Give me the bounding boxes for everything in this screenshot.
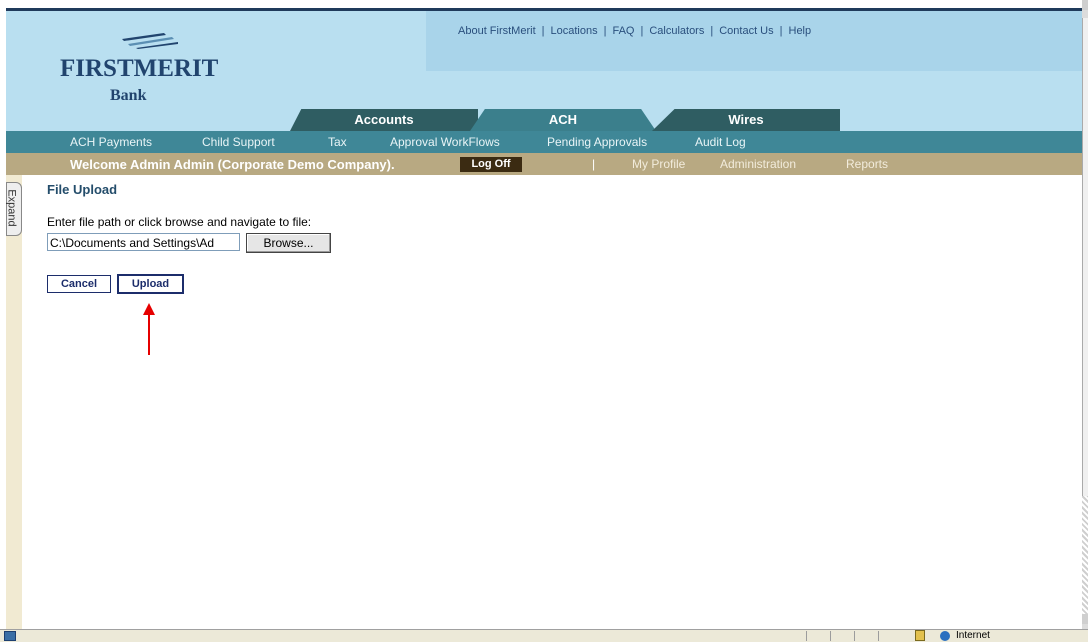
subnav-pending-approvals[interactable]: Pending Approvals (547, 135, 647, 149)
red-arrow-annotation (143, 303, 155, 355)
util-separator: | (779, 25, 783, 37)
security-zone-label: Internet (956, 630, 990, 641)
page-icon (4, 631, 16, 641)
tab-accounts[interactable]: Accounts (290, 109, 478, 131)
link-locations[interactable]: Locations (551, 25, 598, 37)
scroll-track[interactable] (1082, 496, 1088, 616)
window-top-border (0, 0, 1088, 11)
logo-wordmark: FIRSTMERIT (60, 55, 219, 82)
subnav-approval-workflows[interactable]: Approval WorkFlows (390, 135, 500, 149)
welcome-separator: | (592, 157, 596, 171)
status-pane (806, 631, 827, 641)
util-separator: | (603, 25, 607, 37)
status-pane (830, 631, 851, 641)
tab-wires[interactable]: Wires (652, 109, 840, 131)
header-right-panel (426, 11, 1082, 71)
left-sidebar-strip (6, 175, 22, 629)
scroll-down-arrow-icon[interactable] (1082, 614, 1088, 624)
page-title: File Upload (47, 182, 118, 197)
upload-instruction: Enter file path or click browse and navi… (47, 215, 312, 229)
globe-icon (940, 631, 950, 641)
sub-navigation: ACH Payments Child Support Tax Approval … (6, 131, 1082, 153)
expand-sidebar-tab[interactable]: Expand (6, 182, 22, 236)
util-separator: | (640, 25, 644, 37)
link-contact[interactable]: Contact Us (719, 25, 773, 37)
link-my-profile[interactable]: My Profile (632, 157, 685, 171)
browse-button[interactable]: Browse... (246, 233, 331, 253)
vertical-scrollbar[interactable] (1082, 0, 1088, 629)
link-about[interactable]: About FirstMerit (458, 25, 536, 37)
cancel-button[interactable]: Cancel (47, 275, 111, 293)
link-administration[interactable]: Administration (720, 157, 796, 171)
browser-status-bar: Internet (0, 629, 1088, 642)
welcome-message: Welcome Admin Admin (Corporate Demo Comp… (70, 157, 395, 172)
subnav-audit-log[interactable]: Audit Log (695, 135, 746, 149)
file-path-input[interactable]: C:\Documents and Settings\Ad (47, 233, 240, 251)
upload-button[interactable]: Upload (118, 275, 183, 293)
link-help[interactable]: Help (789, 25, 812, 37)
status-pane (854, 631, 875, 641)
subnav-child-support[interactable]: Child Support (202, 135, 275, 149)
welcome-bar: Welcome Admin Admin (Corporate Demo Comp… (6, 153, 1082, 175)
link-calculators[interactable]: Calculators (649, 25, 704, 37)
subnav-ach-payments[interactable]: ACH Payments (70, 135, 152, 149)
util-separator: | (541, 25, 545, 37)
logo-subtitle: Bank (110, 87, 147, 104)
scroll-up-arrow-icon[interactable] (1082, 0, 1088, 10)
link-reports[interactable]: Reports (846, 157, 888, 171)
util-separator: | (710, 25, 714, 37)
logo-swoosh-icon (122, 33, 178, 49)
tab-ach[interactable]: ACH (470, 109, 656, 131)
scroll-thumb[interactable] (1082, 18, 1088, 496)
expand-label: Expand (5, 189, 18, 227)
lock-icon (915, 630, 925, 641)
status-pane (878, 631, 899, 641)
firstmerit-logo[interactable]: FIRSTMERIT Bank (60, 31, 240, 111)
subnav-tax[interactable]: Tax (328, 135, 347, 149)
logoff-button[interactable]: Log Off (460, 157, 522, 172)
utility-links: About FirstMerit | Locations | FAQ | Calculato… (458, 25, 811, 37)
link-faq[interactable]: FAQ (612, 25, 634, 37)
